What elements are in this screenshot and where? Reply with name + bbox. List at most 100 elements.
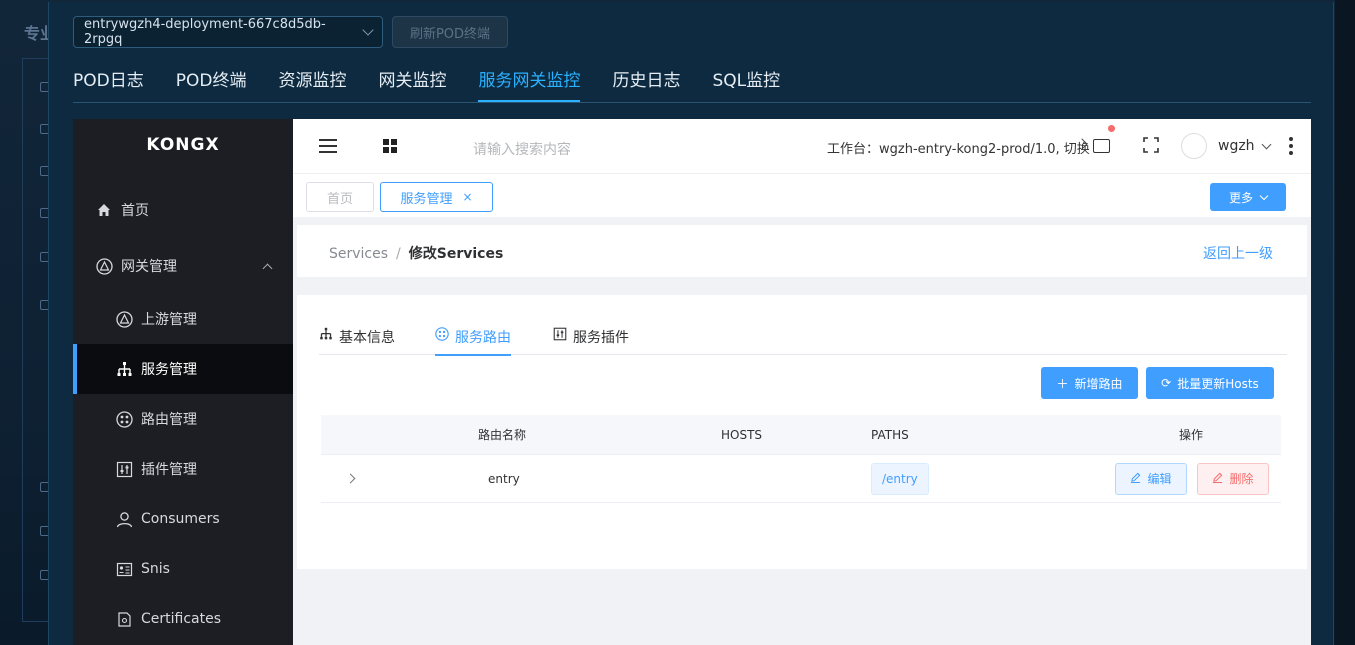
sliders-icon bbox=[553, 327, 567, 345]
sidebar-item-label: 路由管理 bbox=[141, 412, 197, 428]
batch-update-hosts-button[interactable]: ⟳ 批量更新Hosts bbox=[1146, 367, 1274, 399]
path-tag: /entry bbox=[871, 462, 929, 495]
edit-icon bbox=[1212, 472, 1223, 486]
sidebar-item-plugins[interactable]: 插件管理 bbox=[73, 444, 293, 494]
kongx-app: KONGX 首页 网关管理 上游管理 服务管理 路由管理 插件管理 Consum… bbox=[73, 119, 1311, 645]
sidebar-item-label: 服务管理 bbox=[141, 362, 197, 378]
breadcrumb-separator: / bbox=[396, 246, 401, 262]
more-vertical-icon[interactable] bbox=[1289, 137, 1293, 155]
username[interactable]: wgzh bbox=[1218, 138, 1255, 154]
sidebar-item-label: 插件管理 bbox=[141, 462, 197, 478]
sidebar-item-services[interactable]: 服务管理 bbox=[73, 344, 293, 394]
route-paths-cell: /entry bbox=[871, 455, 929, 502]
tab-pod-log[interactable]: POD日志 bbox=[73, 66, 144, 102]
sidebar-item-label: 首页 bbox=[121, 203, 149, 219]
sidebar-item-home[interactable]: 首页 bbox=[73, 185, 293, 235]
workspace-switch[interactable]: 工作台：wgzh-entry-kong2-prod/1.0, 切换 bbox=[827, 138, 1090, 157]
sidebar-item-label: Snis bbox=[141, 561, 170, 577]
route-actions-cell: 编辑 删除 bbox=[1115, 455, 1269, 502]
more-label: 更多 bbox=[1228, 190, 1253, 205]
tab-history-log[interactable]: 历史日志 bbox=[612, 66, 680, 102]
sidebar-item-snis[interactable]: Snis bbox=[73, 544, 293, 594]
backdrop-right-strip bbox=[1335, 0, 1355, 645]
tab-resource-monitor[interactable]: 资源监控 bbox=[278, 66, 346, 102]
tag-label: 首页 bbox=[326, 191, 353, 207]
sidebar-item-label: 上游管理 bbox=[141, 312, 197, 328]
table-header: 路由名称 HOSTS PATHS 操作 bbox=[321, 415, 1281, 455]
sidebar-item-label: Consumers bbox=[141, 511, 220, 527]
detail-tabs: 基本信息 服务路由 服务插件 bbox=[319, 325, 1287, 356]
pod-select[interactable]: entrywgzh4-deployment-667c8d5db-2rpgq bbox=[73, 16, 383, 48]
tab-gateway-monitor[interactable]: 网关监控 bbox=[378, 66, 446, 102]
refresh-pod-terminal-button[interactable]: 刷新POD终端 bbox=[392, 16, 508, 48]
close-icon[interactable]: × bbox=[462, 190, 472, 204]
delete-button[interactable]: 删除 bbox=[1197, 462, 1269, 495]
header-route-name: 路由名称 bbox=[477, 428, 526, 442]
top-navbar: 请输入搜索内容 工作台：wgzh-entry-kong2-prod/1.0, 切… bbox=[293, 119, 1311, 173]
certificate-icon bbox=[115, 610, 133, 628]
tab-service-gateway-monitor[interactable]: 服务网关监控 bbox=[478, 66, 581, 102]
chevron-down-icon bbox=[1259, 191, 1269, 200]
edit-button[interactable]: 编辑 bbox=[1115, 462, 1187, 495]
tab-service-routes[interactable]: 服务路由 bbox=[435, 327, 511, 356]
back-link[interactable]: 返回上一级 bbox=[1203, 243, 1273, 263]
apps-grid-icon[interactable] bbox=[383, 139, 397, 153]
more-button[interactable]: 更多 bbox=[1210, 183, 1286, 211]
batch-update-label: 批量更新Hosts bbox=[1177, 376, 1259, 391]
pod-toolbar: entrywgzh4-deployment-667c8d5db-2rpgq 刷新… bbox=[73, 16, 508, 48]
plus-icon: ＋ bbox=[1056, 376, 1069, 391]
service-detail-card: 基本信息 服务路由 服务插件 ＋ 新增路由 ⟳ 批量更新Hosts 路由名称 H… bbox=[297, 295, 1307, 569]
refresh-icon: ⟳ bbox=[1161, 376, 1172, 390]
header-actions: 操作 bbox=[1179, 428, 1204, 442]
monitor-tabs: POD日志 POD终端 资源监控 网关监控 服务网关监控 历史日志 SQL监控 bbox=[73, 66, 780, 102]
home-icon bbox=[95, 201, 113, 219]
chevron-right-icon bbox=[345, 473, 356, 484]
app-logo: KONGX bbox=[146, 135, 220, 155]
notification-dot bbox=[1108, 125, 1115, 132]
menu-toggle-icon[interactable] bbox=[319, 139, 337, 153]
tab-label: 服务插件 bbox=[573, 330, 629, 346]
sidebar-item-certificates[interactable]: Certificates bbox=[73, 594, 293, 644]
sliders-icon bbox=[115, 460, 133, 478]
gateway-icon bbox=[95, 257, 113, 275]
tags-view: 首页 服务管理 × 更多 bbox=[293, 173, 1311, 217]
sidebar-item-routes[interactable]: 路由管理 bbox=[73, 394, 293, 444]
pod-select-value: entrywgzh4-deployment-667c8d5db-2rpgq bbox=[84, 17, 326, 47]
breadcrumb: Services / 修改Services bbox=[329, 243, 503, 263]
edit-icon bbox=[1130, 472, 1141, 486]
table-row: entry /entry 编辑 删除 bbox=[321, 455, 1281, 503]
sidebar-item-consumers[interactable]: Consumers bbox=[73, 494, 293, 544]
tab-pod-terminal[interactable]: POD终端 bbox=[176, 66, 247, 102]
tab-basic-info[interactable]: 基本信息 bbox=[319, 327, 395, 355]
delete-label: 删除 bbox=[1229, 472, 1254, 486]
hierarchy-icon bbox=[115, 360, 133, 378]
upstream-icon bbox=[115, 310, 133, 328]
hierarchy-icon bbox=[319, 327, 333, 345]
tag-home[interactable]: 首页 bbox=[306, 182, 374, 212]
sidebar-item-label: 网关管理 bbox=[121, 259, 177, 275]
route-name-cell: entry bbox=[488, 471, 520, 486]
tabs-divider bbox=[73, 102, 1311, 103]
search-input[interactable]: 请输入搜索内容 bbox=[473, 139, 571, 159]
tag-label: 服务管理 bbox=[400, 191, 453, 207]
add-route-button[interactable]: ＋ 新增路由 bbox=[1041, 367, 1138, 399]
tag-services[interactable]: 服务管理 × bbox=[380, 182, 493, 212]
fullscreen-icon[interactable] bbox=[1143, 137, 1159, 153]
expand-row-button[interactable] bbox=[345, 455, 356, 502]
chevron-down-icon bbox=[362, 24, 374, 36]
route-icon bbox=[435, 327, 449, 345]
tab-label: 基本信息 bbox=[339, 330, 395, 346]
breadcrumb-current: 修改Services bbox=[408, 246, 504, 262]
tab-sql-monitor[interactable]: SQL监控 bbox=[712, 66, 780, 102]
tab-service-plugins[interactable]: 服务插件 bbox=[553, 327, 629, 355]
header-paths: PATHS bbox=[871, 427, 909, 442]
chevron-down-icon bbox=[1261, 139, 1272, 150]
avatar[interactable] bbox=[1181, 133, 1207, 159]
main-content: 请输入搜索内容 工作台：wgzh-entry-kong2-prod/1.0, 切… bbox=[293, 119, 1311, 645]
terminal-icon[interactable] bbox=[1093, 139, 1110, 153]
header-hosts: HOSTS bbox=[721, 427, 763, 442]
route-icon bbox=[115, 410, 133, 428]
breadcrumb-services[interactable]: Services bbox=[329, 246, 388, 262]
sidebar-item-upstream[interactable]: 上游管理 bbox=[73, 294, 293, 344]
sidebar-item-gateway[interactable]: 网关管理 bbox=[73, 241, 293, 291]
